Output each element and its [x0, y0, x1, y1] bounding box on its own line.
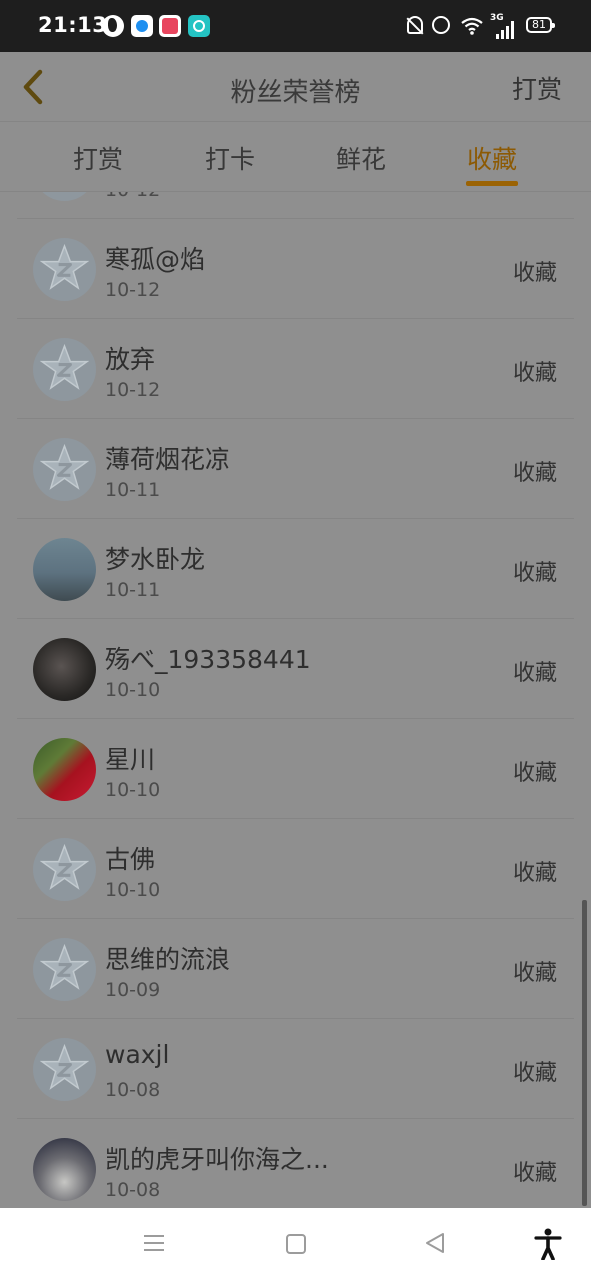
row-action-label: 收藏 — [512, 561, 557, 586]
back-triangle-icon[interactable] — [424, 1232, 446, 1254]
avatar — [33, 938, 96, 1001]
avatar — [33, 1038, 96, 1101]
user-name: 星川 — [105, 745, 156, 774]
list-item[interactable]: waxjl 10-08 收藏 — [0, 1019, 591, 1119]
list-item[interactable]: 思维的流浪 10-09 收藏 — [0, 919, 591, 1019]
favorite-date: 10-11 — [105, 579, 161, 601]
favorite-date: 10-08 — [105, 1179, 161, 1201]
favorite-date: 10-12 — [105, 192, 160, 201]
row-action-label: 收藏 — [512, 1061, 557, 1086]
menu-icon[interactable] — [144, 1235, 164, 1251]
row-action-label: 收藏 — [512, 461, 557, 486]
favorite-date: 10-12 — [105, 279, 161, 301]
app-notification-icon — [188, 15, 210, 37]
list-item[interactable]: 凯的虎牙叫你海之... 10-08 收藏 — [0, 1119, 591, 1208]
status-time: 21:13 — [38, 13, 108, 37]
user-name: 薄荷烟花凉 — [105, 445, 231, 474]
app-notification-icon — [159, 15, 181, 37]
tab-reward[interactable]: 打赏 — [73, 140, 123, 176]
avatar — [33, 838, 96, 901]
list-item[interactable]: 古佛 10-10 收藏 — [0, 819, 591, 919]
list-item[interactable]: 薄荷烟花凉 10-11 收藏 — [0, 419, 591, 519]
avatar — [33, 192, 96, 201]
avatar — [33, 1138, 96, 1201]
list-item[interactable]: 放弃 10-12 收藏 — [0, 319, 591, 419]
favorite-date: 10-10 — [105, 779, 161, 801]
list-item[interactable]: 殇べ_193358441 10-10 收藏 — [0, 619, 591, 719]
header: 粉丝荣誉榜 打赏 — [0, 52, 591, 122]
row-action-label: 收藏 — [512, 861, 557, 886]
avatar — [33, 238, 96, 301]
favorite-date: 10-10 — [105, 679, 161, 701]
globe-icon — [102, 15, 124, 37]
accessibility-icon[interactable] — [534, 1228, 562, 1260]
row-action-label: 收藏 — [512, 661, 557, 686]
row-action-label: 收藏 — [512, 261, 557, 286]
user-name: 梦水卧龙 — [105, 545, 206, 574]
favorite-date: 10-08 — [105, 1079, 161, 1101]
tab-favorites[interactable]: 收藏 — [467, 140, 517, 176]
fan-list[interactable]: 10-12收藏寒孤@焰10-12收藏放弃10-12收藏薄荷烟花凉10-11收藏梦… — [0, 192, 591, 1208]
status-bar: 21:13 3G 81 — [0, 0, 591, 52]
battery-icon: 81 — [526, 17, 555, 33]
list-item[interactable]: 寒孤@焰 10-12 收藏 — [0, 219, 591, 319]
user-name: 思维的流浪 — [105, 945, 231, 974]
user-name: 寒孤@焰 — [105, 245, 206, 274]
app-notification-icon — [131, 15, 153, 37]
mute-bell-icon — [407, 16, 423, 34]
row-action-label: 收藏 — [512, 761, 557, 786]
wifi-icon — [461, 17, 483, 35]
avatar — [33, 338, 96, 401]
user-name: 古佛 — [105, 845, 156, 874]
favorite-date: 10-09 — [105, 979, 161, 1001]
scrollbar[interactable] — [582, 900, 587, 1206]
user-name: waxjl — [105, 1040, 170, 1069]
home-icon[interactable] — [286, 1234, 306, 1254]
avatar — [33, 438, 96, 501]
list-item[interactable]: 星川 10-10 收藏 — [0, 719, 591, 819]
favorite-date: 10-12 — [105, 379, 161, 401]
active-tab-indicator — [466, 181, 518, 186]
favorite-date: 10-11 — [105, 479, 161, 501]
list-item[interactable]: 10-12收藏 — [0, 192, 591, 219]
row-action-label: 收藏 — [512, 361, 557, 386]
reward-button[interactable]: 打赏 — [512, 70, 562, 106]
row-action-label: 收藏 — [512, 961, 557, 986]
row-action-label: 收藏 — [512, 1161, 557, 1186]
avatar — [33, 638, 96, 701]
avatar — [33, 538, 96, 601]
page-title: 粉丝荣誉榜 — [230, 78, 361, 108]
signal-icon — [496, 21, 516, 39]
system-nav-bar — [0, 1208, 591, 1280]
tab-bar: 打赏 打卡 鲜花 收藏 — [0, 122, 591, 192]
user-name: 凯的虎牙叫你海之... — [105, 1145, 329, 1174]
user-name: 殇べ_193358441 — [105, 645, 311, 674]
favorite-date: 10-10 — [105, 879, 161, 901]
alarm-icon — [432, 16, 450, 34]
list-item[interactable]: 梦水卧龙 10-11 收藏 — [0, 519, 591, 619]
tab-checkin[interactable]: 打卡 — [205, 140, 255, 176]
user-name: 放弃 — [105, 345, 156, 374]
avatar — [33, 738, 96, 801]
tab-flowers[interactable]: 鲜花 — [336, 140, 386, 176]
